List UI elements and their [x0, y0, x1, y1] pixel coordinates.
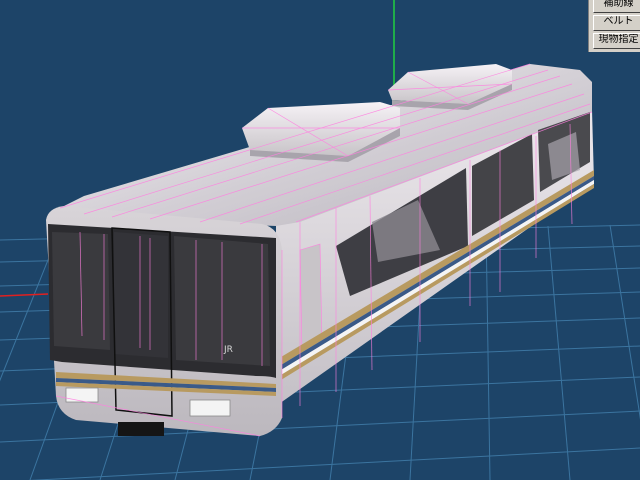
x-axis: [0, 293, 49, 297]
headlight-left: [65, 387, 99, 403]
partial-line-button[interactable]: 補助線: [593, 0, 640, 13]
headlight-right: [189, 399, 231, 417]
jr-logo: JR: [223, 345, 233, 355]
coupler: [118, 422, 164, 436]
3d-viewport[interactable]: JR: [0, 0, 640, 480]
belt-button[interactable]: ベルト: [593, 15, 640, 31]
object-spec-button[interactable]: 現物指定: [593, 33, 640, 49]
tool-panel: 補助線 ベルト 現物指定: [588, 0, 640, 52]
front-door-window: [114, 232, 168, 358]
train-model[interactable]: JR: [46, 63, 594, 437]
